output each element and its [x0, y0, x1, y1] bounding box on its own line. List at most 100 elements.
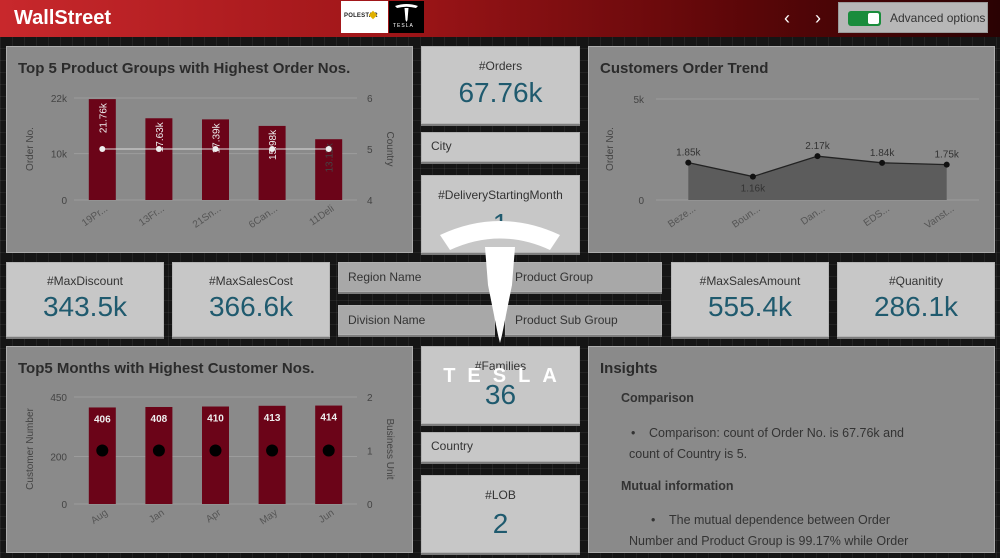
lob-kpi-value: 2	[492, 508, 509, 539]
chevron-right-icon: ›	[815, 8, 821, 28]
division-name-filter-label: Division Name	[348, 313, 426, 327]
max-sales-amount-kpi-value: 555.4k	[707, 291, 793, 322]
insights-title: Insights	[600, 360, 658, 377]
y-tick-label: 5k	[633, 95, 645, 106]
quantity-kpi-label: #Quanitity	[888, 274, 944, 288]
data-label: 1.16k	[741, 184, 766, 195]
previous-sheet-button[interactable]: ‹	[777, 7, 797, 29]
data-label: 413	[264, 413, 281, 424]
insights-bullet-2-line-1: The mutual dependence between Order	[669, 513, 890, 527]
header-bar: WallStreet POLESTAR TESLA ‹ › Advanced o…	[0, 0, 1000, 37]
order-trend-chart: 0 5k Order No. 1.85k Beze... 1.16k Boun... 2.17…	[605, 95, 979, 231]
max-sales-cost-kpi[interactable]: #MaxSalesCost 366.6k	[172, 262, 330, 337]
x-tick-label: 13Fr...	[137, 203, 167, 228]
series-point	[209, 444, 222, 457]
months-chart-panel[interactable]: Top5 Months with Highest Customer Nos. 0…	[6, 346, 413, 553]
line-point	[879, 159, 886, 166]
lob-kpi[interactable]: #LOB 2	[421, 475, 580, 553]
toggle-knob	[868, 13, 879, 24]
data-label: 1.75k	[934, 150, 959, 161]
series-point	[96, 444, 109, 457]
y2-tick-label: 4	[367, 196, 373, 207]
y2-tick-label: 2	[367, 393, 373, 404]
x-tick-label: Dan...	[799, 203, 827, 227]
max-sales-cost-kpi-value: 366.6k	[208, 291, 294, 322]
insights-bullet-1: • Comparison: count of Order No. is 67.7…	[629, 423, 904, 465]
line-point	[685, 159, 692, 166]
y-axis-label: Order No.	[25, 127, 36, 171]
tesla-logo-icon	[395, 4, 418, 22]
max-sales-amount-kpi-label: #MaxSalesAmount	[699, 274, 801, 288]
max-discount-kpi[interactable]: #MaxDiscount 343.5k	[6, 262, 164, 337]
tesla-logo-small: TESLA	[389, 1, 424, 33]
x-tick-label: May	[258, 507, 280, 527]
x-tick-label: Aug	[89, 507, 110, 526]
x-tick-label: Boun...	[730, 203, 762, 230]
y-tick-label: 450	[50, 393, 67, 404]
data-label: 15.98k	[268, 129, 279, 160]
max-discount-kpi-label: #MaxDiscount	[46, 274, 124, 288]
y-tick-label: 0	[638, 196, 644, 207]
y-tick-label: 22k	[51, 94, 68, 105]
app-title: WallStreet	[14, 7, 112, 29]
x-tick-label: Beze...	[666, 203, 698, 230]
y2-tick-label: 0	[367, 500, 373, 511]
data-label: 1.84k	[870, 148, 895, 159]
y2-tick-label: 6	[367, 94, 373, 105]
series-point	[152, 444, 165, 457]
quantity-kpi-value: 286.1k	[873, 291, 959, 322]
line-point	[269, 146, 276, 152]
next-sheet-button[interactable]: ›	[808, 7, 828, 29]
max-discount-kpi-value: 343.5k	[42, 291, 128, 322]
x-tick-label: 19Pr...	[80, 203, 110, 229]
series-point	[266, 444, 279, 457]
x-tick-label: Jun	[317, 507, 337, 525]
orders-kpi-label: #Orders	[478, 59, 523, 73]
lob-kpi-label: #LOB	[485, 488, 516, 502]
line-point	[749, 173, 756, 180]
y-tick-label: 200	[50, 452, 67, 463]
months-chart: 0 200 450 0 1 2 Customer Number Business Unit 40…	[25, 393, 395, 527]
y2-tick-label: 5	[367, 145, 373, 156]
insights-panel[interactable]: Insights Comparison • Comparison: count …	[588, 346, 995, 553]
country-filter[interactable]: Country	[421, 432, 580, 462]
x-tick-label: Apr	[204, 507, 224, 525]
data-label: 414	[320, 413, 337, 424]
y2-axis-label: Business Unit	[384, 418, 395, 479]
series-point	[322, 444, 335, 457]
advanced-options-toggle[interactable]	[848, 11, 881, 26]
data-label: 408	[151, 414, 168, 425]
line-point	[99, 146, 106, 152]
x-tick-label: Jan	[147, 507, 167, 525]
line-point	[814, 153, 821, 160]
data-label: 410	[207, 414, 224, 425]
orders-kpi[interactable]: #Orders 67.76k	[421, 46, 580, 124]
city-filter[interactable]: City	[421, 132, 580, 162]
max-sales-amount-kpi[interactable]: #MaxSalesAmount 555.4k	[671, 262, 829, 337]
y2-axis-label: Country	[384, 131, 395, 166]
x-tick-label: EDS...	[862, 203, 892, 229]
product-groups-chart: 0 10k 22k 4 5 6 Order No. Country 21.76k 19Pr... 1…	[25, 94, 395, 231]
y-axis-label: Customer Number	[25, 407, 36, 489]
x-tick-label: Vanst...	[923, 203, 956, 231]
y-tick-label: 0	[61, 196, 67, 207]
polestar-logo: POLESTAR	[341, 1, 388, 33]
delivery-month-kpi-label: #DeliveryStartingMonth	[438, 188, 563, 202]
quantity-kpi[interactable]: #Quanitity 286.1k	[837, 262, 995, 337]
product-groups-chart-panel[interactable]: Top 5 Product Groups with Highest Order …	[6, 46, 413, 253]
advanced-options-label: Advanced options	[890, 11, 986, 25]
country-filter-label: Country	[431, 439, 474, 453]
tesla-watermark-text: TESLA	[443, 365, 569, 387]
bullet-icon: •	[651, 513, 656, 527]
line-point	[943, 161, 950, 168]
city-filter-label: City	[431, 139, 452, 153]
chevron-left-icon: ‹	[784, 8, 790, 28]
order-trend-chart-panel[interactable]: Customers Order Trend 0 5k Order No. 1.85k B…	[588, 46, 995, 253]
insights-bullet-1-line-2: count of Country is 5.	[629, 447, 748, 461]
y-axis-label: Order No.	[605, 127, 616, 171]
y-tick-label: 10k	[51, 150, 68, 161]
data-label: 2.17k	[805, 141, 830, 152]
advanced-options-button[interactable]: Advanced options	[838, 2, 988, 33]
data-label: 21.76k	[98, 102, 109, 133]
line-point	[212, 146, 219, 152]
